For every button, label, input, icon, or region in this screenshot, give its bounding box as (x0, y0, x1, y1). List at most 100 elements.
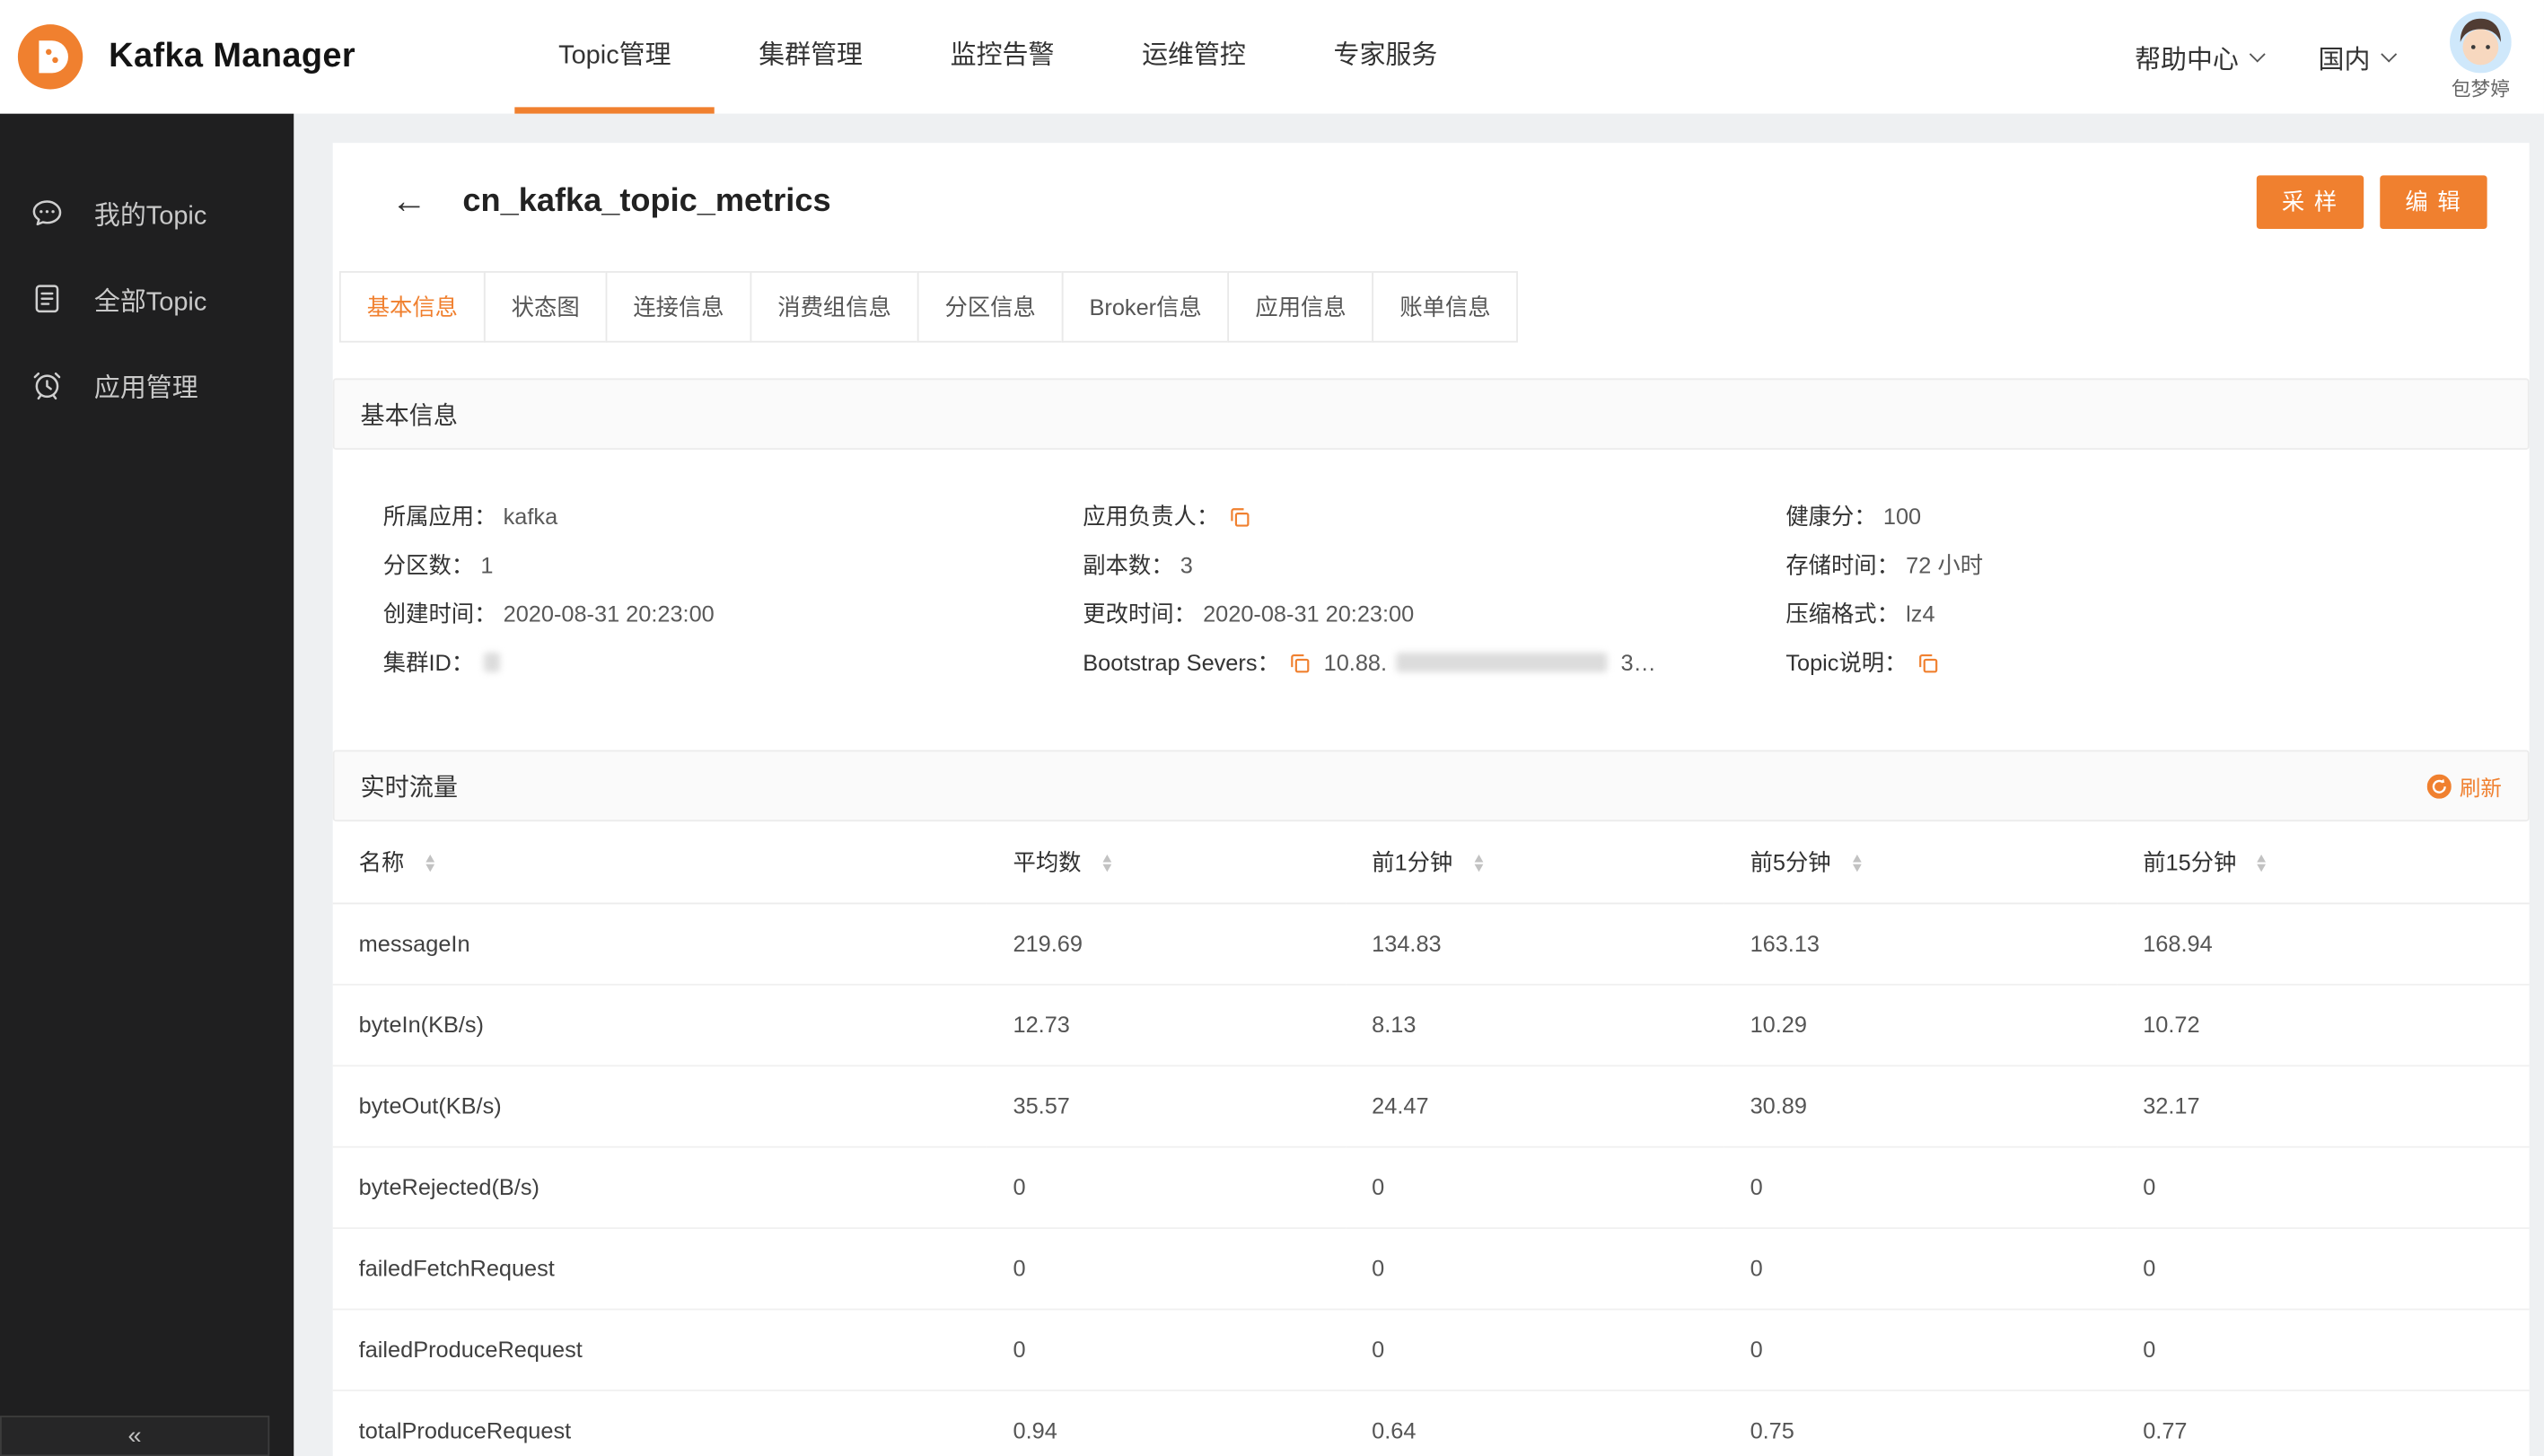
region-label: 国内 (2318, 47, 2371, 75)
sort-desc-icon[interactable]: ▼ (1471, 861, 1486, 873)
alarm-icon (30, 366, 66, 402)
metric-value-cell: 32.17 (2117, 1065, 2530, 1147)
sidebar-item-app-management[interactable]: 应用管理 (0, 341, 294, 427)
field-label: 创建时间： (382, 601, 497, 627)
metric-value-cell: 8.13 (1346, 983, 1724, 1066)
refresh-label: 刷新 (2459, 775, 2502, 800)
user-menu[interactable]: 包梦婷 (2450, 11, 2512, 102)
sort-desc-icon[interactable]: ▼ (2255, 861, 2269, 873)
column-label: 名称 (358, 848, 405, 875)
metric-name-cell: byteOut(KB/s) (332, 1065, 987, 1147)
tab-broker-info[interactable]: Broker信息 (1061, 271, 1230, 343)
field-label: 集群ID： (382, 649, 475, 676)
sidebar-item-label: 应用管理 (93, 373, 198, 402)
sidebar-item-all-topic[interactable]: 全部Topic (0, 255, 294, 341)
sample-button[interactable]: 采 样 (2256, 174, 2364, 229)
copy-icon[interactable] (1229, 505, 1250, 527)
column-header-name: 名称 ▲ ▼ (332, 821, 987, 904)
metric-value-cell: 0 (1346, 1145, 1724, 1229)
title-row: ← cn_kafka_topic_metrics 采 样 编 辑 (333, 143, 2530, 250)
back-button[interactable]: ← (391, 182, 427, 219)
table-row: messageIn 219.69 134.83 163.13 168.94 (332, 902, 2530, 985)
tab-status-chart[interactable]: 状态图 (483, 271, 608, 343)
table-row: byteOut(KB/s) 35.57 24.47 30.89 32.17 (332, 1065, 2530, 1147)
region-selector[interactable]: 国内 (2318, 38, 2398, 76)
metric-name-cell: byteRejected(B/s) (332, 1145, 987, 1229)
field-label: 存储时间： (1785, 551, 1899, 578)
sort-desc-icon[interactable]: ▼ (423, 861, 437, 873)
metric-value-cell: 0 (987, 1308, 1347, 1390)
redacted-blur (483, 653, 501, 672)
field-value: 2020-08-31 20:23:00 (1203, 601, 1415, 627)
sort-desc-icon[interactable]: ▼ (1849, 861, 1864, 873)
basic-info-section-header: 基本信息 (332, 378, 2530, 450)
sort-control[interactable]: ▲ ▼ (1100, 852, 1114, 874)
field-owner-app: 所属应用： kafka (383, 492, 1083, 540)
sidebar-item-label: 我的Topic (93, 202, 207, 230)
column-header-last-1min: 前1分钟 ▲ ▼ (1346, 821, 1724, 904)
metric-value-cell: 0 (1724, 1145, 2118, 1229)
table-row: byteRejected(B/s) 0 0 0 0 (332, 1145, 2530, 1229)
brand-area: Kafka Manager (0, 22, 409, 91)
table-row: failedProduceRequest 0 0 0 0 (332, 1308, 2530, 1390)
field-topic-description: Topic说明： (1785, 638, 2529, 687)
sidebar-collapse-button[interactable]: « (0, 1416, 270, 1456)
nav-ops-control[interactable]: 运维管控 (1098, 0, 1289, 114)
field-value-fragment: 3… (1620, 649, 1656, 676)
nav-monitor-alert[interactable]: 监控告警 (907, 0, 1098, 114)
field-replica-count: 副本数： 3 (1083, 540, 1785, 589)
copy-icon[interactable] (1917, 652, 1938, 673)
sort-control[interactable]: ▲ ▼ (1849, 852, 1864, 874)
tab-bill-info[interactable]: 账单信息 (1372, 271, 1519, 343)
field-label: 健康分： (1785, 503, 1877, 530)
table-header-row: 名称 ▲ ▼ 平均数 ▲ ▼ 前1分钟 ▲ ▼ 前5分钟 ▲ ▼ 前15分钟 ▲… (332, 821, 2530, 904)
nav-cluster-management[interactable]: 集群管理 (715, 0, 906, 114)
tab-basic-info[interactable]: 基本信息 (338, 271, 486, 343)
sort-control[interactable]: ▲ ▼ (423, 852, 437, 874)
realtime-metrics-table: 名称 ▲ ▼ 平均数 ▲ ▼ 前1分钟 ▲ ▼ 前5分钟 ▲ ▼ 前15分钟 ▲… (332, 821, 2530, 1456)
sort-control[interactable]: ▲ ▼ (2255, 852, 2269, 874)
nav-topic-management[interactable]: Topic管理 (514, 0, 716, 114)
field-value: 100 (1882, 503, 1922, 530)
field-value: kafka (503, 503, 558, 530)
metric-name-cell: failedProduceRequest (332, 1308, 987, 1390)
metric-value-cell: 219.69 (987, 902, 1347, 985)
tab-connection-info[interactable]: 连接信息 (605, 271, 752, 343)
metric-value-cell: 30.89 (1724, 1065, 2118, 1147)
field-value: lz4 (1906, 601, 1935, 627)
metric-value-cell: 10.29 (1724, 983, 2118, 1066)
sidebar-item-label: 全部Topic (93, 288, 207, 316)
column-label: 前5分钟 (1750, 848, 1831, 875)
topic-detail-card: ← cn_kafka_topic_metrics 采 样 编 辑 基本信息 状态… (332, 143, 2530, 1456)
basic-info-grid: 所属应用： kafka 应用负责人： 健康分： 100 分区数： 1 副本数： … (333, 450, 2530, 687)
refresh-button[interactable]: 刷新 (2426, 770, 2502, 801)
app-logo-icon[interactable] (16, 22, 84, 91)
section-title: 基本信息 (360, 401, 459, 430)
help-center-menu[interactable]: 帮助中心 (2135, 38, 2266, 76)
field-label: 分区数： (382, 551, 475, 578)
nav-expert-service[interactable]: 专家服务 (1290, 0, 1481, 114)
tab-app-info[interactable]: 应用信息 (1227, 271, 1374, 343)
user-avatar[interactable] (2450, 11, 2512, 74)
metric-value-cell: 0 (987, 1145, 1347, 1229)
sidebar-item-my-topic[interactable]: 我的Topic (0, 169, 294, 255)
tab-partition-info[interactable]: 分区信息 (917, 271, 1064, 343)
sort-control[interactable]: ▲ ▼ (1471, 852, 1486, 874)
metric-value-cell: 0 (2117, 1145, 2530, 1229)
metric-value-cell: 0.64 (1346, 1390, 1724, 1456)
metric-value-cell: 0 (1724, 1227, 2118, 1310)
metric-value-cell: 0 (1346, 1308, 1724, 1390)
field-app-owner: 应用负责人： (1083, 492, 1785, 540)
metric-value-cell: 24.47 (1346, 1065, 1724, 1147)
refresh-icon (2426, 773, 2452, 798)
column-header-last-5min: 前5分钟 ▲ ▼ (1724, 821, 2118, 904)
redacted-blur (1396, 653, 1609, 672)
metric-value-cell: 168.94 (2117, 902, 2530, 985)
edit-button[interactable]: 编 辑 (2380, 174, 2487, 229)
sort-desc-icon[interactable]: ▼ (1100, 861, 1114, 873)
metric-name-cell: failedFetchRequest (332, 1227, 987, 1310)
copy-icon[interactable] (1290, 652, 1311, 673)
metric-value-cell: 0 (1724, 1308, 2118, 1390)
tab-consumer-group-info[interactable]: 消费组信息 (750, 271, 919, 343)
field-partition-count: 分区数： 1 (383, 540, 1083, 589)
